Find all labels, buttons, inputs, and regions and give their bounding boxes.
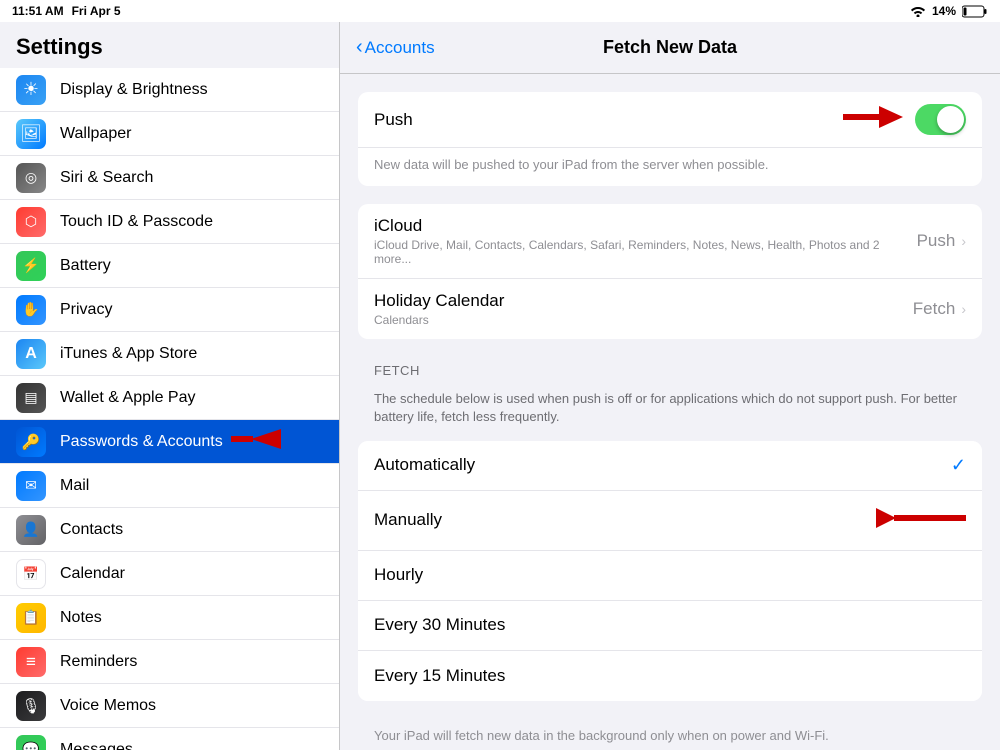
- content-area: ‹ Accounts Fetch New Data Push: [340, 22, 1000, 750]
- push-card: Push New data will be pushed to your iPa…: [358, 92, 982, 186]
- sidebar-item-label: Passwords & Accounts: [60, 433, 223, 451]
- icloud-sublabel: iCloud Drive, Mail, Contacts, Calendars,…: [374, 238, 917, 266]
- sidebar-item-label: Messages: [60, 741, 133, 750]
- push-label: Push: [374, 110, 843, 130]
- sidebar-item-label: Battery: [60, 257, 111, 275]
- sidebar-item-label: Touch ID & Passcode: [60, 213, 213, 231]
- fetch-option-every30[interactable]: Every 30 Minutes: [358, 601, 982, 651]
- battery-icon: [962, 5, 988, 18]
- sidebar-item-itunes[interactable]: A iTunes & App Store: [0, 332, 339, 376]
- holiday-chevron-icon: ›: [961, 301, 966, 317]
- status-time: 11:51 AM: [12, 4, 64, 18]
- arrow-left-indicator: [231, 427, 281, 456]
- accounts-card: iCloud iCloud Drive, Mail, Contacts, Cal…: [358, 204, 982, 339]
- sidebar-item-label: Privacy: [60, 301, 112, 319]
- sidebar-item-label: Wallpaper: [60, 125, 131, 143]
- status-bar: 11:51 AM Fri Apr 5 14%: [0, 0, 1000, 22]
- fetch-options-card: Automatically ✓ Manually Hourly: [358, 441, 982, 701]
- sidebar-item-label: Display & Brightness: [60, 81, 208, 99]
- holiday-sublabel: Calendars: [374, 313, 913, 327]
- sidebar: Settings ☀ Display & Brightness 🖼 Wallpa…: [0, 22, 340, 750]
- sidebar-item-label: Contacts: [60, 521, 123, 539]
- calendar-icon: 📅: [16, 559, 46, 589]
- mail-icon: ✉: [16, 471, 46, 501]
- footer-note: Your iPad will fetch new data in the bac…: [358, 719, 982, 750]
- nav-back-label: Accounts: [365, 38, 435, 58]
- sidebar-item-wallet[interactable]: ▤ Wallet & Apple Pay: [0, 376, 339, 420]
- nav-title: Fetch New Data: [603, 37, 737, 58]
- push-note: New data will be pushed to your iPad fro…: [358, 148, 982, 186]
- sidebar-item-label: Notes: [60, 609, 102, 627]
- sidebar-item-contacts[interactable]: 👤 Contacts: [0, 508, 339, 552]
- sidebar-item-label: Reminders: [60, 653, 137, 671]
- manually-arrow-indicator: [876, 505, 966, 536]
- fetch-option-every15[interactable]: Every 15 Minutes: [358, 651, 982, 701]
- sidebar-item-mail[interactable]: ✉ Mail: [0, 464, 339, 508]
- status-day: Fri Apr 5: [72, 4, 121, 18]
- fetch-option-label: Every 30 Minutes: [374, 615, 505, 635]
- fetch-option-automatically[interactable]: Automatically ✓: [358, 441, 982, 491]
- fetch-option-label: Every 15 Minutes: [374, 666, 505, 686]
- status-battery: 14%: [932, 4, 956, 18]
- siri-icon: ◎: [16, 163, 46, 193]
- touchid-icon: ⬡: [16, 207, 46, 237]
- sidebar-item-battery[interactable]: ⚡ Battery: [0, 244, 339, 288]
- contacts-icon: 👤: [16, 515, 46, 545]
- sidebar-title: Settings: [0, 22, 339, 68]
- sidebar-item-display[interactable]: ☀ Display & Brightness: [0, 68, 339, 112]
- fetch-option-manually[interactable]: Manually: [358, 491, 982, 551]
- sidebar-item-wallpaper[interactable]: 🖼 Wallpaper: [0, 112, 339, 156]
- scroll-content: Push New data will be pushed to your iPa…: [340, 74, 1000, 750]
- sidebar-item-voicememos[interactable]: 🎙 Voice Memos: [0, 684, 339, 728]
- sidebar-item-label: Voice Memos: [60, 697, 156, 715]
- fetch-option-label: Hourly: [374, 565, 423, 585]
- sidebar-item-notes[interactable]: 📋 Notes: [0, 596, 339, 640]
- fetch-option-hourly[interactable]: Hourly: [358, 551, 982, 601]
- sidebar-item-label: Wallet & Apple Pay: [60, 389, 195, 407]
- nav-bar: ‹ Accounts Fetch New Data: [340, 22, 1000, 74]
- sidebar-item-passwords[interactable]: 🔑 Passwords & Accounts: [0, 420, 339, 464]
- sidebar-item-privacy[interactable]: ✋ Privacy: [0, 288, 339, 332]
- icloud-value: Push: [917, 231, 956, 251]
- sidebar-item-label: Mail: [60, 477, 89, 495]
- sidebar-item-touchid[interactable]: ⬡ Touch ID & Passcode: [0, 200, 339, 244]
- icloud-row[interactable]: iCloud iCloud Drive, Mail, Contacts, Cal…: [358, 204, 982, 279]
- itunes-icon: A: [16, 339, 46, 369]
- holiday-row[interactable]: Holiday Calendar Calendars Fetch ›: [358, 279, 982, 339]
- chevron-left-icon: ‹: [356, 36, 363, 59]
- sidebar-item-label: Calendar: [60, 565, 125, 583]
- holiday-label: Holiday Calendar: [374, 291, 913, 311]
- display-brightness-icon: ☀: [16, 75, 46, 105]
- push-row: Push: [358, 92, 982, 148]
- arrow-right-indicator: [843, 104, 903, 135]
- sidebar-item-label: iTunes & App Store: [60, 345, 197, 363]
- icloud-chevron-icon: ›: [961, 233, 966, 249]
- reminders-icon: ≡: [16, 647, 46, 677]
- wifi-icon: [910, 5, 926, 17]
- fetch-option-label: Manually: [374, 510, 442, 530]
- sidebar-item-siri[interactable]: ◎ Siri & Search: [0, 156, 339, 200]
- icloud-label: iCloud: [374, 216, 917, 236]
- nav-back-button[interactable]: ‹ Accounts: [356, 36, 435, 59]
- voicememos-icon: 🎙: [16, 691, 46, 721]
- push-toggle[interactable]: [915, 104, 966, 135]
- fetch-section-header: FETCH: [358, 357, 982, 384]
- notes-icon: 📋: [16, 603, 46, 633]
- messages-icon: 💬: [16, 735, 46, 750]
- sidebar-item-label: Siri & Search: [60, 169, 153, 187]
- toggle-thumb: [937, 106, 964, 133]
- fetch-section-note: The schedule below is used when push is …: [358, 384, 982, 440]
- fetch-option-label: Automatically: [374, 455, 475, 475]
- wallpaper-icon: 🖼: [16, 119, 46, 149]
- wallet-icon: ▤: [16, 383, 46, 413]
- holiday-value: Fetch: [913, 299, 956, 319]
- sidebar-item-calendar[interactable]: 📅 Calendar: [0, 552, 339, 596]
- sidebar-item-messages[interactable]: 💬 Messages: [0, 728, 339, 750]
- checkmark-icon: ✓: [951, 455, 966, 476]
- battery-sidebar-icon: ⚡: [16, 251, 46, 281]
- passwords-icon: 🔑: [16, 427, 46, 457]
- privacy-icon: ✋: [16, 295, 46, 325]
- sidebar-item-reminders[interactable]: ≡ Reminders: [0, 640, 339, 684]
